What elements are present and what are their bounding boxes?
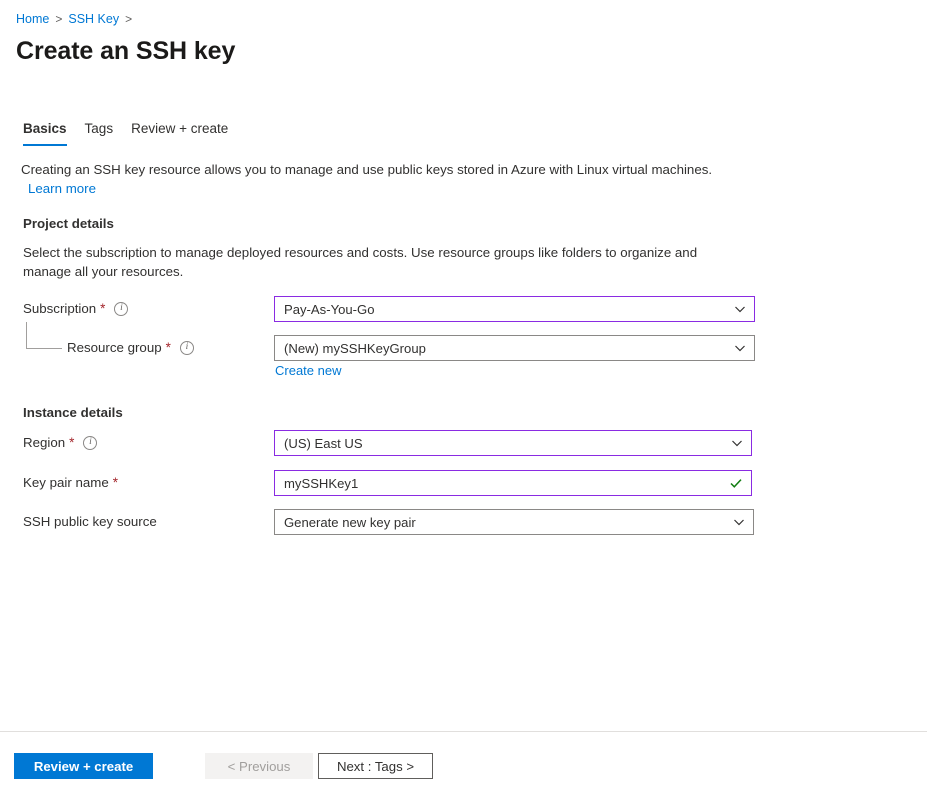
project-details-heading: Project details — [23, 215, 114, 233]
footer-bar: Review + create < Previous Next : Tags > — [0, 732, 927, 797]
subscription-value: Pay-As-You-Go — [284, 302, 734, 317]
tab-review-create[interactable]: Review + create — [122, 120, 237, 146]
key-pair-name-input[interactable]: mySSHKey1 — [274, 470, 752, 496]
breadcrumb-item-home[interactable]: Home — [16, 10, 49, 28]
project-details-description: Select the subscription to manage deploy… — [23, 243, 748, 281]
resource-group-row: Resource group * i (New) mySSHKeyGroup — [0, 335, 927, 361]
learn-more-link[interactable]: Learn more — [28, 179, 96, 198]
next-tags-button[interactable]: Next : Tags > — [318, 753, 433, 779]
chevron-down-icon — [733, 516, 745, 528]
breadcrumb-item-ssh-key[interactable]: SSH Key — [68, 10, 119, 28]
tab-bar: Basics Tags Review + create — [21, 120, 237, 146]
subscription-label-text: Subscription — [23, 296, 96, 322]
region-row: Region * i (US) East US — [0, 430, 927, 456]
breadcrumb-separator-icon: > — [55, 10, 62, 28]
region-label-text: Region — [23, 430, 65, 456]
key-pair-name-value: mySSHKey1 — [284, 476, 729, 491]
required-asterisk: * — [166, 335, 171, 361]
chevron-down-icon — [731, 437, 743, 449]
create-ssh-key-page: Home > SSH Key > Create an SSH key Basic… — [0, 0, 927, 797]
ssh-public-key-source-row: SSH public key source Generate new key p… — [0, 509, 927, 535]
ssh-public-key-source-label-text: SSH public key source — [23, 509, 157, 535]
chevron-down-icon — [734, 303, 746, 315]
region-value: (US) East US — [284, 436, 731, 451]
ssh-public-key-source-dropdown[interactable]: Generate new key pair — [274, 509, 754, 535]
subscription-row: Subscription * i Pay-As-You-Go — [0, 296, 927, 322]
review-create-button[interactable]: Review + create — [14, 753, 153, 779]
resource-group-label: Resource group * i — [67, 335, 194, 361]
key-pair-name-label: Key pair name * — [23, 470, 118, 496]
tab-tags[interactable]: Tags — [76, 120, 123, 146]
resource-group-label-text: Resource group — [67, 335, 162, 361]
region-label: Region * i — [23, 430, 97, 456]
key-pair-name-label-text: Key pair name — [23, 470, 109, 496]
ssh-public-key-source-value: Generate new key pair — [284, 515, 733, 530]
subscription-dropdown[interactable]: Pay-As-You-Go — [274, 296, 755, 322]
instance-details-heading: Instance details — [23, 404, 123, 422]
previous-button: < Previous — [205, 753, 313, 779]
create-new-resource-group-link[interactable]: Create new — [275, 362, 341, 379]
subscription-label: Subscription * i — [23, 296, 128, 322]
required-asterisk: * — [100, 296, 105, 322]
region-dropdown[interactable]: (US) East US — [274, 430, 752, 456]
breadcrumb-separator-icon: > — [125, 10, 132, 28]
info-icon[interactable]: i — [83, 436, 97, 450]
breadcrumb: Home > SSH Key > — [16, 10, 132, 28]
valid-check-icon — [729, 476, 743, 490]
key-pair-name-row: Key pair name * mySSHKey1 — [0, 470, 927, 496]
required-asterisk: * — [113, 470, 118, 496]
required-asterisk: * — [69, 430, 74, 456]
chevron-down-icon — [734, 342, 746, 354]
tab-basics[interactable]: Basics — [21, 120, 76, 146]
page-title: Create an SSH key — [16, 34, 235, 68]
info-icon[interactable]: i — [180, 341, 194, 355]
intro-description: Creating an SSH key resource allows you … — [21, 160, 781, 198]
resource-group-value: (New) mySSHKeyGroup — [284, 341, 734, 356]
intro-text: Creating an SSH key resource allows you … — [21, 162, 712, 177]
ssh-public-key-source-label: SSH public key source — [23, 509, 157, 535]
info-icon[interactable]: i — [114, 302, 128, 316]
resource-group-dropdown[interactable]: (New) mySSHKeyGroup — [274, 335, 755, 361]
